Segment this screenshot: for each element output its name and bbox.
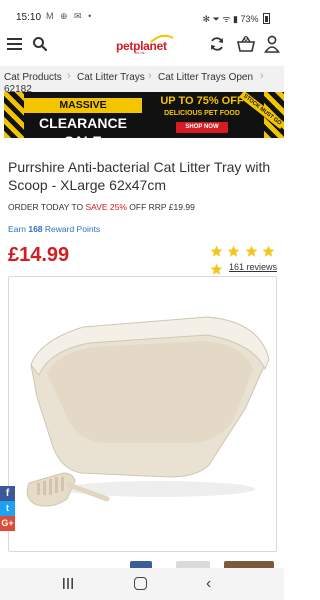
banner-up-to-75: UP TO 75% OFF	[160, 95, 244, 107]
reward-points-value: 168	[28, 224, 43, 234]
star-rating[interactable]	[210, 245, 284, 275]
star-icon	[210, 263, 223, 276]
reward-earn: Earn	[8, 224, 26, 234]
star-icon	[245, 245, 258, 258]
off-rrp: OFF RRP £19.99	[129, 202, 195, 212]
logo-subtext: .co.uk	[134, 50, 145, 55]
breadcrumb-separator-icon: ›	[148, 70, 152, 82]
refresh-icon[interactable]	[209, 36, 225, 52]
basket-count: 0	[244, 36, 248, 43]
googleplus-share-button[interactable]: G+	[0, 516, 15, 531]
breadcrumb-cat-products[interactable]: Cat Products	[4, 72, 62, 83]
banner-massive-warehouse: MASSIVE WAREHOUSE	[24, 98, 142, 126]
breadcrumb-cat-litter-trays[interactable]: Cat Litter Trays	[77, 72, 145, 83]
litter-tray-image	[26, 316, 270, 507]
search-icon[interactable]	[32, 36, 48, 52]
facebook-share-button[interactable]: f	[0, 486, 15, 501]
status-right: ✻ ⏷ ᯤ ▮ 73%	[203, 12, 270, 25]
breadcrumb-product-id: 62182	[4, 84, 32, 92]
hazard-stripes-left	[4, 92, 24, 138]
clearance-sale-banner[interactable]: MASSIVE WAREHOUSE CLEARANCE SALE UP TO 7…	[4, 92, 284, 138]
breadcrumb-cat-litter-trays-open[interactable]: Cat Litter Trays Open	[158, 72, 253, 83]
reward-points: Earn 168 Reward Points	[8, 224, 100, 234]
banner-delicious-pet-food: DELICIOUS PET FOOD	[164, 110, 240, 117]
order-today-line: ORDER TODAY TO SAVE 25% OFF RRP £19.99	[8, 202, 195, 212]
product-title: Purrshire Anti-bacterial Cat Litter Tray…	[8, 159, 271, 193]
status-time: 15:10	[16, 12, 42, 23]
breadcrumb: Cat Products › Cat Litter Trays › Cat Li…	[0, 66, 284, 92]
breadcrumb-separator-icon: ›	[260, 70, 264, 82]
battery-level: 73%	[240, 14, 259, 24]
save-percent: SAVE 25%	[85, 202, 127, 212]
android-nav-bar: ‹	[0, 568, 284, 600]
site-header: petplanet .co.uk 0	[0, 34, 284, 56]
breadcrumb-separator-icon: ›	[67, 70, 71, 82]
recents-icon[interactable]	[62, 578, 74, 589]
product-price: £14.99	[8, 244, 70, 266]
status-bar: 15:10 M ⊕ ✉ • ✻ ⏷ ᯤ ▮ 73%	[0, 0, 284, 34]
banner-clearance-sale: CLEARANCE SALE	[39, 115, 127, 138]
hamburger-menu-icon[interactable]	[7, 38, 22, 51]
order-prefix: ORDER TODAY TO	[8, 202, 84, 212]
back-icon[interactable]: ‹	[206, 575, 211, 593]
signal-icons: ✻ ⏷ ᯤ ▮	[202, 14, 238, 24]
petplanet-logo[interactable]: petplanet .co.uk	[116, 34, 174, 55]
account-icon[interactable]	[264, 35, 280, 53]
reviews-link[interactable]: 161 reviews	[229, 262, 277, 272]
banner-shop-now-button[interactable]: SHOP NOW	[176, 122, 228, 133]
reward-suffix: Reward Points	[44, 224, 101, 234]
product-image[interactable]	[8, 276, 277, 552]
home-icon[interactable]	[134, 577, 147, 590]
star-icon	[210, 245, 223, 258]
notification-icons: M ⊕ ✉ •	[46, 11, 94, 21]
twitter-share-button[interactable]: t	[0, 501, 15, 516]
star-icon	[227, 245, 240, 258]
battery-icon	[263, 13, 270, 24]
star-icon	[262, 245, 275, 258]
